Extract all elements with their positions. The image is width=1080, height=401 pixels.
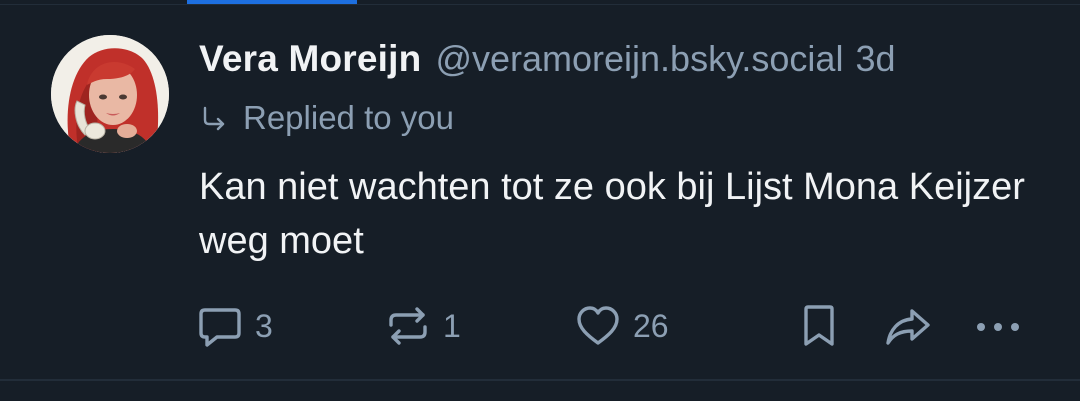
more-options-button[interactable] — [973, 300, 1023, 352]
reply-context-text: Replied to you — [243, 99, 454, 136]
post-text: Kan niet wachten tot ze ook bij Lijst Mo… — [199, 166, 1025, 262]
author-handle[interactable]: @veramoreijn.bsky.social — [435, 38, 843, 80]
reply-count: 3 — [255, 307, 273, 344]
bookmark-button[interactable] — [800, 300, 838, 352]
repost-icon — [389, 307, 427, 345]
repost-button[interactable]: 1 — [385, 300, 461, 352]
bottom-divider — [0, 379, 1080, 381]
reply-context: Replied to you — [199, 98, 454, 138]
post-actions: 3 1 26 — [0, 300, 1080, 352]
share-icon — [886, 309, 930, 345]
like-button[interactable]: 26 — [575, 300, 669, 352]
avatar-photo — [51, 35, 169, 153]
author-display-name[interactable]: Vera Moreijn — [199, 38, 421, 80]
like-count: 26 — [633, 307, 669, 344]
repost-count: 1 — [443, 307, 461, 344]
more-icon — [977, 323, 1019, 331]
comment-icon — [199, 308, 241, 347]
top-divider — [0, 4, 1080, 5]
post-header: Vera Moreijn @veramoreijn.bsky.social 3d — [199, 38, 1049, 86]
avatar[interactable] — [51, 35, 169, 153]
post-timestamp[interactable]: 3d — [855, 38, 895, 80]
reply-arrow-icon — [203, 106, 225, 131]
heart-icon — [577, 306, 619, 345]
reply-button[interactable]: 3 — [197, 300, 273, 352]
bookmark-icon — [804, 305, 834, 346]
share-button[interactable] — [884, 300, 932, 352]
